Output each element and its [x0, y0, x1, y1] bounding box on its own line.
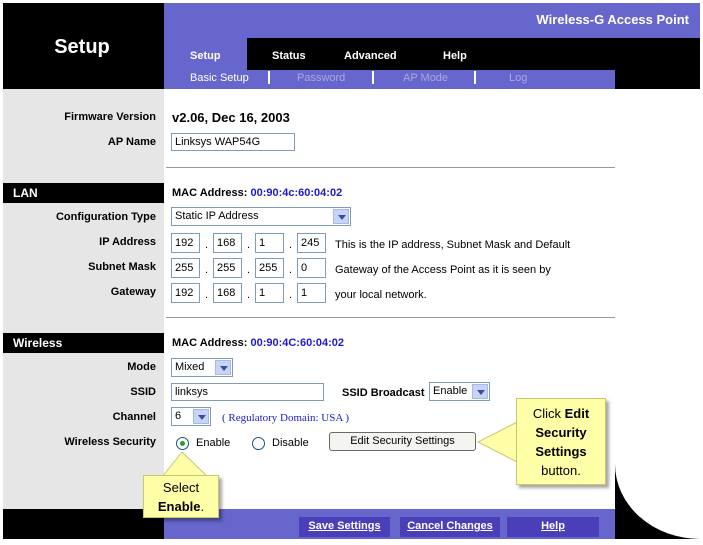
page-title: Setup — [54, 36, 110, 58]
subnav-divider — [268, 71, 270, 84]
security-enable-radio[interactable] — [176, 437, 189, 450]
regulatory-domain: ( Regulatory Domain: USA ) — [222, 412, 350, 424]
callout-text: Click — [532, 406, 565, 421]
ap-name-input[interactable] — [171, 133, 295, 151]
ap-name-label: AP Name — [107, 136, 156, 148]
product-name: Wireless-G Access Point — [536, 12, 689, 27]
subnet-octet-1[interactable] — [171, 258, 200, 278]
subtab-log[interactable]: Log — [509, 72, 527, 84]
ssid-broadcast-value: Enable — [433, 385, 468, 397]
ip-dot: . — [289, 239, 293, 251]
callout-text-bold: Security — [535, 425, 587, 440]
ssid-label: SSID — [130, 386, 156, 398]
ip-octet-3[interactable] — [255, 233, 284, 253]
callout-text: Select — [162, 480, 200, 495]
firmware-version-label: Firmware Version — [64, 111, 156, 123]
ssid-broadcast-select[interactable]: Enable — [429, 382, 490, 401]
lan-mac-row: MAC Address: 00:90:4c:60:04:02 — [172, 187, 342, 199]
tab-status[interactable]: Status — [272, 50, 306, 62]
config-type-select[interactable]: Static IP Address — [171, 207, 351, 226]
callout-text-bold: Enable — [157, 499, 201, 514]
channel-select[interactable]: 6 — [171, 407, 211, 426]
divider — [166, 317, 615, 318]
mode-select[interactable]: Mixed — [171, 358, 233, 377]
help-button[interactable]: Help — [507, 517, 599, 537]
ip-octet-4[interactable] — [297, 233, 326, 253]
subnet-octet-4[interactable] — [297, 258, 326, 278]
ip-dot: . — [247, 239, 251, 251]
subtab-basic-setup[interactable]: Basic Setup — [190, 72, 249, 84]
callout-pointer-select — [160, 451, 210, 478]
config-type-label: Configuration Type — [55, 211, 156, 223]
ip-address-label: IP Address — [99, 236, 156, 248]
chevron-down-icon[interactable] — [472, 384, 488, 399]
callout-text: button. — [541, 463, 581, 478]
subtab-password[interactable]: Password — [297, 72, 345, 84]
gateway-octet-3[interactable] — [255, 283, 284, 303]
ssid-broadcast-label: SSID Broadcast — [342, 387, 425, 399]
left-label-column — [3, 89, 164, 539]
callout-select-enable: Select Enable. — [143, 475, 219, 518]
chevron-down-icon[interactable] — [215, 360, 231, 375]
subnet-mask-label: Subnet Mask — [88, 261, 156, 273]
lan-mac-label: MAC Address: — [172, 187, 248, 199]
wireless-mac-value: 00:90:4C:60:04:02 — [250, 337, 345, 349]
security-disable-radio[interactable] — [252, 437, 265, 450]
wireless-mac-row: MAC Address: 00:90:4C:60:04:02 — [172, 337, 344, 349]
config-type-value: Static IP Address — [175, 210, 259, 222]
security-enable-label: Enable — [196, 437, 231, 449]
gateway-octet-1[interactable] — [171, 283, 200, 303]
ip-dot: . — [205, 239, 209, 251]
channel-label: Channel — [112, 411, 156, 423]
cancel-changes-button[interactable]: Cancel Changes — [400, 517, 500, 537]
mode-value: Mixed — [175, 361, 205, 373]
security-disable-label: Disable — [272, 437, 309, 449]
subtab-ap-mode[interactable]: AP Mode — [403, 72, 448, 84]
subnav-divider — [474, 71, 476, 84]
lan-help-line-3: your local network. — [335, 289, 427, 301]
gateway-octet-4[interactable] — [297, 283, 326, 303]
tab-advanced[interactable]: Advanced — [344, 50, 397, 62]
ip-octet-1[interactable] — [171, 233, 200, 253]
callout-edit-security: Click Edit Security Settings button. — [516, 398, 606, 485]
firmware-version-value: v2.06, Dec 16, 2003 — [172, 110, 290, 125]
gateway-label: Gateway — [110, 286, 156, 298]
ssid-input[interactable] — [171, 383, 324, 401]
lan-help-line-2: Gateway of the Access Point as it is see… — [335, 264, 551, 276]
subnet-dot: . — [289, 264, 293, 276]
lan-help-line-1: This is the IP address, Subnet Mask and … — [335, 239, 571, 251]
chevron-down-icon[interactable] — [333, 209, 349, 224]
ip-octet-2[interactable] — [213, 233, 242, 253]
header-notch — [615, 70, 700, 89]
tab-setup[interactable]: Setup — [190, 50, 221, 62]
section-lan: LAN — [3, 183, 164, 203]
footer-left — [3, 509, 164, 539]
subnet-dot: . — [205, 264, 209, 276]
save-settings-button[interactable]: Save Settings — [299, 517, 390, 537]
subnet-octet-2[interactable] — [213, 258, 242, 278]
callout-text: . — [200, 499, 205, 514]
subnet-octet-3[interactable] — [255, 258, 284, 278]
callout-text-bold: Settings — [535, 444, 587, 459]
tab-help[interactable]: Help — [443, 50, 467, 62]
lan-mac-value: 00:90:4c:60:04:02 — [250, 187, 343, 199]
chevron-down-icon[interactable] — [193, 409, 209, 424]
wireless-mac-label: MAC Address: — [172, 337, 248, 349]
mode-label: Mode — [127, 361, 156, 373]
router-setup-page: Setup Wireless-G Access Point Setup Stat… — [0, 0, 703, 545]
gateway-dot: . — [247, 289, 251, 301]
subnet-dot: . — [247, 264, 251, 276]
gateway-dot: . — [205, 289, 209, 301]
channel-value: 6 — [175, 410, 182, 422]
gateway-octet-2[interactable] — [213, 283, 242, 303]
gateway-dot: . — [289, 289, 293, 301]
section-wireless: Wireless — [3, 333, 164, 353]
subnav-divider — [372, 71, 374, 84]
divider — [166, 167, 615, 168]
wireless-security-label: Wireless Security — [64, 436, 156, 448]
callout-text-bold: Edit — [564, 406, 590, 421]
edit-security-settings-button[interactable]: Edit Security Settings — [329, 432, 476, 451]
